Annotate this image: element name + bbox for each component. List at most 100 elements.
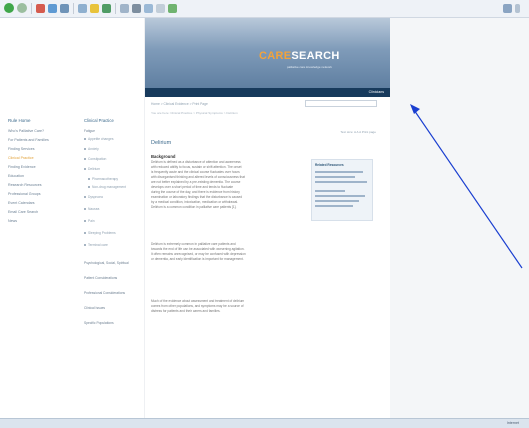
bullet-icon — [84, 168, 86, 171]
bullet-icon — [84, 244, 86, 247]
body-text-line: distress for patients and their carers a… — [151, 309, 221, 313]
sub-nav-item[interactable]: Nausea — [84, 207, 99, 211]
left-nav-item[interactable]: Research Resources — [8, 183, 42, 187]
infobox-link[interactable] — [315, 195, 365, 197]
sub-nav-item[interactable]: Fatigue — [84, 129, 95, 133]
sub-nav-label: Pain — [88, 219, 95, 223]
left-nav-item[interactable]: For Patients and Families — [8, 138, 49, 142]
breadcrumb[interactable]: Home > Clinical Evidence > Print Page — [151, 102, 208, 106]
search-icon[interactable] — [78, 4, 87, 13]
favorites-icon[interactable] — [90, 4, 99, 13]
sub-nav-item[interactable]: Pain — [84, 219, 95, 223]
sub-nav-label: Non-drug management — [92, 185, 126, 189]
home-icon[interactable] — [60, 4, 69, 13]
body-text-line: Delirium is extremely common in palliati… — [151, 242, 236, 246]
sub-nav-item[interactable]: Delirium — [84, 167, 100, 171]
logo-part-b: SEARCH — [291, 50, 340, 62]
body-text-line: with disorganised thinking and altered l… — [151, 175, 245, 179]
body-text-line: are not better explained by a pre-existi… — [151, 180, 241, 184]
sub-nav-item[interactable]: Sleeping Problems — [84, 231, 116, 235]
sub-nav-item[interactable]: Anxiety — [84, 147, 99, 151]
sub-nav-label: Dyspnoea — [88, 195, 103, 199]
sub-nav-item[interactable]: Professional Considerations — [84, 291, 125, 295]
sub-nav-title[interactable]: Clinical Practice — [84, 118, 114, 123]
left-nav-item[interactable]: Who's Palliative Care? — [8, 129, 44, 133]
status-bar: Internet — [0, 418, 529, 428]
left-navigation: Rule Home Who's Palliative Care? For Pat… — [0, 18, 79, 418]
left-nav-item[interactable]: Professional Groups — [8, 192, 41, 196]
sub-nav-item[interactable]: Constipation — [84, 157, 106, 161]
infobox-link[interactable] — [315, 190, 345, 192]
logo-tagline: palliative care knowledge network — [287, 65, 332, 69]
body-text-line: comes from other populations, and sympto… — [151, 304, 244, 308]
sub-nav-label: Constipation — [88, 157, 107, 161]
sub-nav-item[interactable]: Specific Populations — [84, 321, 114, 325]
mail-icon[interactable] — [120, 4, 129, 13]
infobox-link[interactable] — [315, 181, 367, 183]
tools-menu-icon[interactable] — [503, 4, 512, 13]
sub-nav-label: Specific Populations — [84, 321, 114, 325]
edit-icon[interactable] — [144, 4, 153, 13]
sub-nav-label: Clinical Issues — [84, 306, 106, 310]
location-trail: You are here: Clinical Practice > Physic… — [151, 111, 238, 115]
page-tools[interactable]: Text size: A A A Print page — [340, 130, 376, 134]
logo-part-a: CARE — [259, 50, 292, 62]
menu-chevron-icon[interactable] — [515, 4, 520, 13]
sub-nav-label: Patient Considerations — [84, 276, 118, 280]
body-text-line: during the course of the day, and there … — [151, 190, 240, 194]
sub-nav-item[interactable]: Non-drug management — [88, 185, 126, 189]
bullet-icon — [84, 220, 86, 223]
sub-nav-item[interactable]: Appetite changes — [84, 137, 113, 141]
left-nav-item[interactable]: Education — [8, 174, 24, 178]
page-title: Delirium — [151, 140, 172, 146]
site-navbar: Clinicians — [145, 88, 390, 97]
bullet-icon — [84, 158, 86, 161]
sub-nav-label: Pharmacotherapy — [92, 177, 119, 181]
forward-icon[interactable] — [17, 3, 27, 13]
bullet-icon — [84, 232, 86, 235]
sub-nav-item[interactable]: Dyspnoea — [84, 195, 103, 199]
site-logo[interactable]: CARESEARCH — [259, 50, 340, 62]
left-nav-item[interactable]: Finding Evidence — [8, 165, 36, 169]
infobox-link[interactable] — [315, 200, 359, 202]
discuss-icon[interactable] — [156, 4, 165, 13]
sub-nav-item[interactable]: Psychological, Social, Spiritual — [84, 261, 129, 265]
sub-nav-item[interactable]: Patient Considerations — [84, 276, 117, 280]
body-text-line: It often remains unrecognised, or may be… — [151, 252, 246, 256]
left-nav-item[interactable]: Finding Services — [8, 147, 35, 151]
toolbar-divider — [73, 3, 74, 14]
left-nav-item[interactable]: News — [8, 219, 17, 223]
back-icon[interactable] — [4, 3, 14, 13]
toolbar-divider — [31, 3, 32, 14]
bullet-icon — [88, 178, 90, 181]
body-text-line: Delirium is defined as a disturbance of … — [151, 160, 241, 164]
sub-navigation: Clinical Practice Fatigue Appetite chang… — [79, 18, 145, 418]
sub-nav-item[interactable]: Clinical Issues — [84, 306, 105, 310]
infobox-link[interactable] — [315, 176, 355, 178]
left-nav-title[interactable]: Rule Home — [8, 118, 31, 123]
stop-icon[interactable] — [36, 4, 45, 13]
sub-nav-label: Psychological, Social, Spiritual — [84, 261, 129, 265]
sub-nav-label: Sleeping Problems — [88, 231, 116, 235]
left-nav-item[interactable]: Event Calendars — [8, 201, 35, 205]
sub-nav-item[interactable]: Pharmacotherapy — [88, 177, 118, 181]
print-icon[interactable] — [132, 4, 141, 13]
nav-link-clinicians[interactable]: Clinicians — [369, 90, 384, 94]
sub-nav-label: Fatigue — [84, 129, 95, 133]
messenger-icon[interactable] — [168, 4, 177, 13]
sub-nav-label: Professional Considerations — [84, 291, 126, 295]
left-nav-item[interactable]: Email Care Search — [8, 210, 38, 214]
related-resources-box: Related Resources — [311, 159, 373, 221]
sub-nav-label: Delirium — [88, 167, 101, 171]
history-icon[interactable] — [102, 4, 111, 13]
main-content: Home > Clinical Evidence > Print Page Yo… — [145, 97, 390, 418]
infobox-link[interactable] — [315, 205, 353, 207]
left-nav-item-active[interactable]: Clinical Practice — [8, 156, 34, 160]
search-input[interactable] — [305, 100, 377, 107]
body-text-line: towards the end of life can be associate… — [151, 247, 245, 251]
sub-nav-item[interactable]: Terminal care — [84, 243, 108, 247]
toolbar-divider — [115, 3, 116, 14]
refresh-icon[interactable] — [48, 4, 57, 13]
bullet-icon — [84, 148, 86, 151]
infobox-link[interactable] — [315, 171, 363, 173]
